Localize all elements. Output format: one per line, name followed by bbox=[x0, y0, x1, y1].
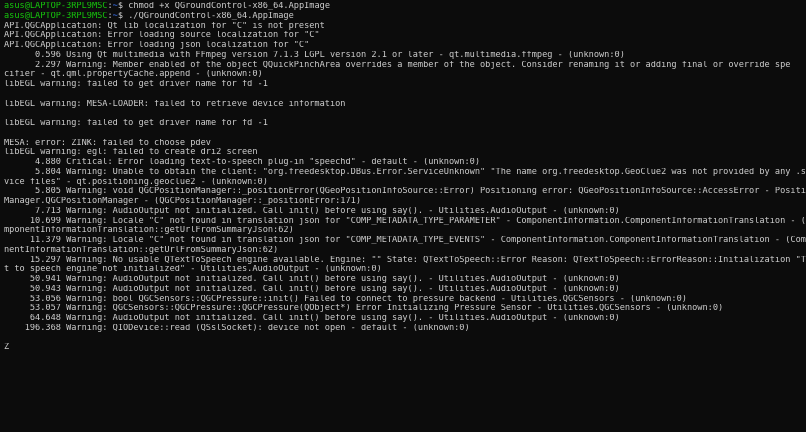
command-text: ./QGroundControl-x86_64.AppImage bbox=[128, 11, 294, 21]
output-line: API.QGCApplication: Error loading source… bbox=[4, 31, 320, 41]
terminal-output: API.QGCApplication: Qt lib localization … bbox=[4, 22, 806, 354]
output-line: Z bbox=[4, 343, 10, 353]
output-line: mponentInformationTranslation::getUrlFro… bbox=[4, 226, 294, 236]
prompt-user: asus@LAPTOP-3RPL9MSC bbox=[4, 2, 108, 11]
output-line: 10.699 Warning: Locale "C" not found in … bbox=[4, 216, 806, 226]
output-line: 50.941 Warning: AudioOutput not initiali… bbox=[4, 275, 620, 284]
prompt-line: asus@LAPTOP-3RPL9MSC:~$ chmod +x QGround… bbox=[4, 2, 806, 12]
output-line: API.QGCApplication: Error loading json l… bbox=[4, 41, 310, 50]
output-line: 53.056 Warning: bool QGCSensors::QGCPres… bbox=[4, 294, 687, 304]
output-line: 5.805 Warning: void QGCPositionManager::… bbox=[4, 187, 806, 197]
command-text: chmod +x QGroundControl-x86_64.AppImage bbox=[128, 2, 330, 11]
output-line: API.QGCApplication: Qt lib localization … bbox=[4, 21, 325, 31]
output-line: MESA: error: ZINK: failed to choose pdev bbox=[4, 138, 211, 148]
prompt-symbol: $ bbox=[117, 2, 129, 11]
output-line: t to speech engine not initialized" - Ut… bbox=[4, 265, 382, 275]
output-line: 7.713 Warning: AudioOutput not initializ… bbox=[4, 206, 620, 216]
output-line: 15.297 Warning: No usable QTextToSpeech … bbox=[4, 255, 806, 265]
output-line: 64.648 Warning: AudioOutput not initiali… bbox=[4, 314, 620, 323]
prompt-line: asus@LAPTOP-3RPL9MSC:~$ ./QGroundControl… bbox=[4, 12, 806, 22]
output-line: libEGL warning: MESA-LOADER: failed to r… bbox=[4, 99, 346, 109]
prompt-symbol: $ bbox=[117, 11, 129, 21]
output-line: 196.368 Warning: QIODevice::read (QSslSo… bbox=[4, 323, 470, 333]
output-line: 53.057 Warning: QGCSensors::QGCPressure:… bbox=[4, 304, 724, 314]
output-line: Manager.QGCPositionManager - (QGCPositio… bbox=[4, 197, 361, 206]
output-line: 4.880 Critical: Error loading text-to-sp… bbox=[4, 158, 480, 167]
output-line: libEGL warning: failed to get driver nam… bbox=[4, 119, 268, 128]
output-line: libEGL warning: failed to get driver nam… bbox=[4, 80, 268, 89]
output-line: vice files" - qt.positioning.geoclue2 - … bbox=[4, 177, 268, 187]
output-line: 11.379 Warning: Locale "C" not found in … bbox=[4, 236, 806, 245]
terminal-window[interactable]: asus@LAPTOP-3RPL9MSC:~$ chmod +x QGround… bbox=[0, 0, 806, 432]
output-line: 50.943 Warning: AudioOutput not initiali… bbox=[4, 284, 620, 294]
output-line: libEGL warning: egl: failed to create dr… bbox=[4, 148, 258, 158]
output-line: cifier - qt.qml.propertyCache.append - (… bbox=[4, 70, 263, 80]
output-line: 5.804 Warning: Unable to obtain the clie… bbox=[4, 167, 806, 177]
output-line: 0.596 Using Qt multimedia with FFmpeg ve… bbox=[4, 50, 625, 60]
prompt-user: asus@LAPTOP-3RPL9MSC bbox=[4, 11, 108, 21]
output-line: nentInformationTranslation::getUrlFromSu… bbox=[4, 245, 279, 255]
output-line: 2.297 Warning: Member enabled of the obj… bbox=[4, 60, 791, 70]
